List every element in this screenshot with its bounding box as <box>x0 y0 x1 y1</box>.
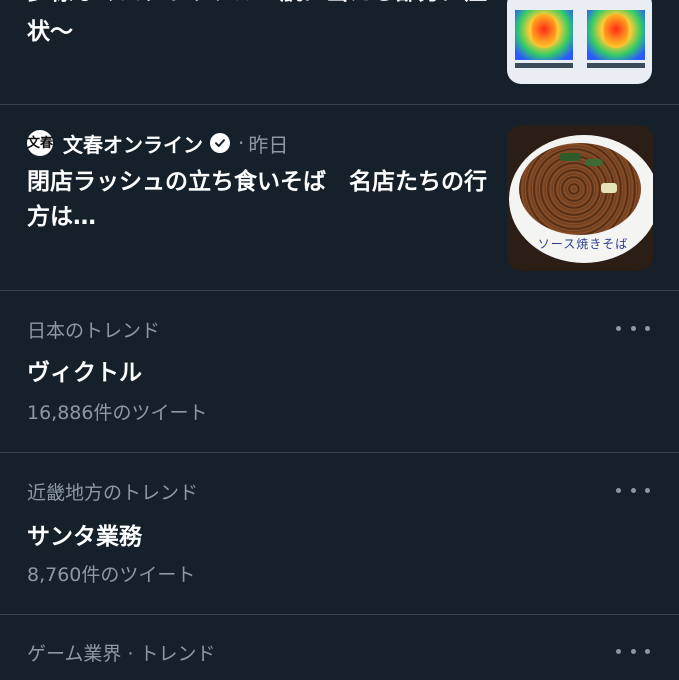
verified-badge-icon <box>210 133 230 153</box>
news-source-row: 文春 文春オンライン · 昨日 <box>27 129 288 157</box>
news-card[interactable]: 文春 文春オンライン · 昨日 閉店ラッシュの立ち食いそば 名店たちの行方は… … <box>0 105 679 291</box>
trend-item[interactable]: 近畿地方のトレンド サンタ業務 8,760件のツイート <box>0 453 679 614</box>
trend-item[interactable]: 日本のトレンド ヴィクトル 16,886件のツイート <box>0 291 679 452</box>
trend-name: ヴィクトル <box>27 360 142 386</box>
separator: · <box>238 131 245 155</box>
more-horizontal-icon[interactable] <box>616 480 650 500</box>
trend-tweet-count: 16,886件のツイート <box>27 402 208 424</box>
news-headline: 閉店ラッシュの立ち食いそば 名店たちの行方は… <box>27 169 487 230</box>
more-horizontal-icon[interactable] <box>616 641 650 661</box>
thermal-image-left <box>511 2 577 72</box>
more-horizontal-icon[interactable] <box>616 318 650 338</box>
thermal-image-right <box>583 2 649 72</box>
source-name: 文春オンライン <box>63 132 203 157</box>
trend-item[interactable]: ゲーム業界 · トレンド <box>0 615 679 680</box>
trend-tweet-count: 8,760件のツイート <box>27 564 196 586</box>
news-card[interactable]: 多様なマスクトラブル 肌に当たる部分に症状〜 <box>0 0 679 104</box>
source-logo: 文春 <box>27 130 53 156</box>
trend-context: ゲーム業界 · トレンド <box>27 643 216 665</box>
news-thumbnail: ソース焼きそば <box>507 125 653 271</box>
yakisoba-image <box>519 143 641 235</box>
news-thumbnail <box>507 0 652 84</box>
trend-context: 日本のトレンド <box>27 320 161 342</box>
timestamp: 昨日 <box>248 132 289 157</box>
news-headline: 多様なマスクトラブル 肌に当たる部分に症状〜 <box>27 0 487 45</box>
trend-context: 近畿地方のトレンド <box>27 482 199 504</box>
trend-name: サンタ業務 <box>27 524 142 550</box>
plate-lettering: ソース焼きそば <box>537 237 629 251</box>
